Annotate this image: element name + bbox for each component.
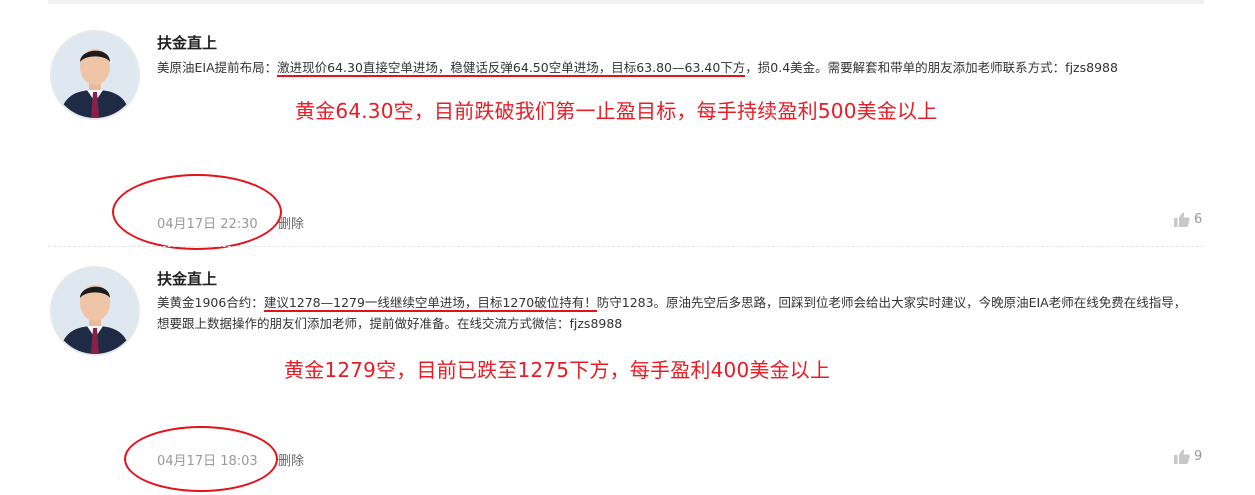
post-content: 美黄金1906合约：建议1278—1279一线继续空单进场，目标1270破位持有… (157, 292, 1197, 334)
content-highlight: 建议1278—1279一线继续空单进场，目标1270破位持有！ (263, 295, 597, 312)
avatar[interactable] (50, 266, 140, 356)
post-timestamp: 04月17日 22:30 (157, 217, 258, 232)
post-card: 扶金直上 美黄金1906合约：建议1278—1279一线继续空单进场，目标127… (0, 247, 1255, 495)
delete-button[interactable]: 删除 (278, 450, 304, 469)
content-suffix: ，损0.4美金。需要解套和带单的朋友添加老师联系方式：fjzs8988 (745, 60, 1118, 75)
post-timestamp: 04月17日 18:03 (157, 454, 258, 469)
content-prefix: 美原油EIA提前布局： (157, 60, 278, 75)
content-highlight: 激进现价64.30直接空单进场，稳健话反弹64.50空单进场，目标63.80—6… (277, 60, 746, 77)
post-card: 扶金直上 美原油EIA提前布局：激进现价64.30直接空单进场，稳健话反弹64.… (0, 0, 1255, 250)
avatar[interactable] (50, 30, 140, 120)
content-prefix: 美黄金1906合约： (157, 295, 264, 310)
post-content: 美原油EIA提前布局：激进现价64.30直接空单进场，稳健话反弹64.50空单进… (157, 57, 1197, 78)
author-name[interactable]: 扶金直上 (157, 268, 217, 289)
highlight-ellipse (112, 174, 282, 250)
like-button[interactable]: 9 (1174, 449, 1202, 464)
author-name[interactable]: 扶金直上 (157, 32, 217, 53)
thumbs-up-icon (1174, 212, 1190, 227)
delete-button[interactable]: 删除 (278, 213, 304, 232)
like-count: 9 (1194, 449, 1203, 464)
profit-annotation: 黄金64.30空，目前跌破我们第一止盈目标，每手持续盈利500美金以上 (295, 99, 938, 123)
thumbs-up-icon (1174, 449, 1190, 464)
profit-annotation: 黄金1279空，目前已跌至1275下方，每手盈利400美金以上 (284, 358, 831, 382)
like-count: 6 (1194, 212, 1203, 227)
like-button[interactable]: 6 (1174, 212, 1202, 227)
